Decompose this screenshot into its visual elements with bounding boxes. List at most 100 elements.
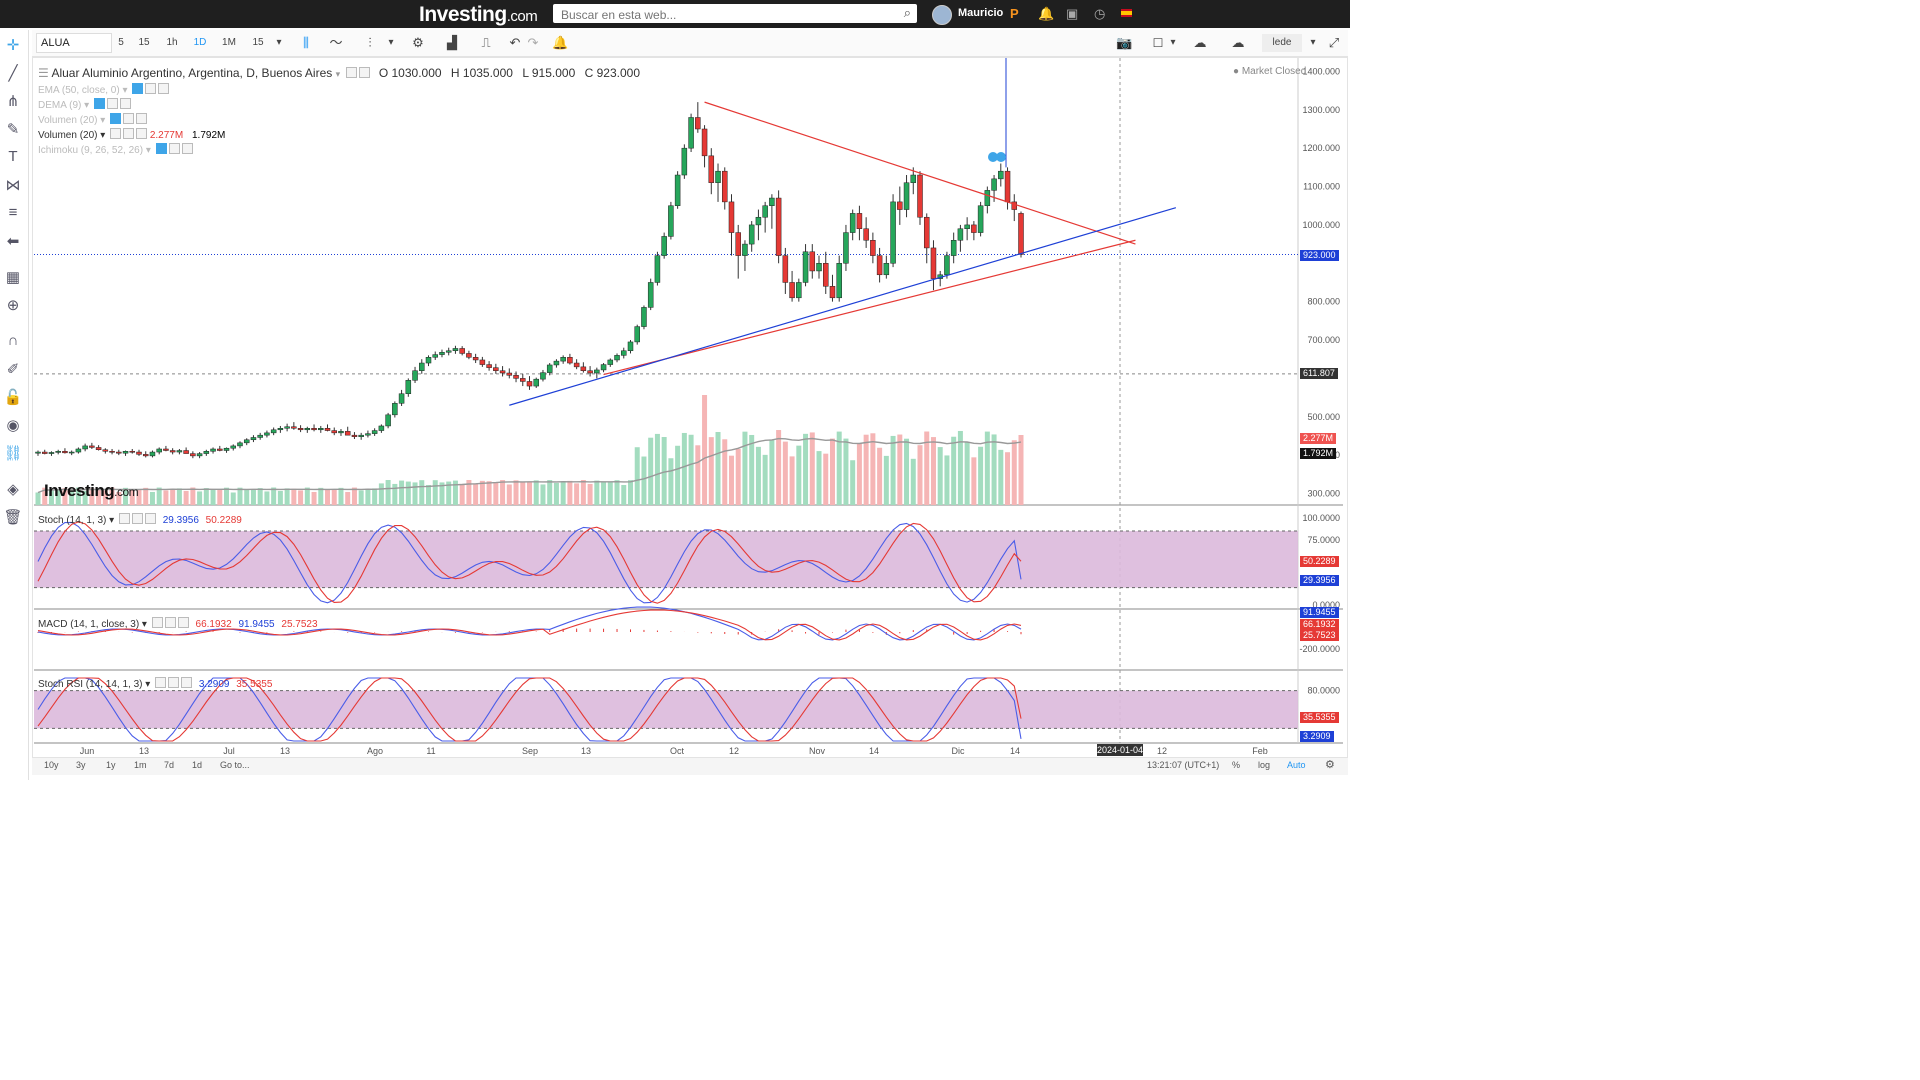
volume-bar — [937, 447, 943, 505]
macd-visibility-icon[interactable] — [151, 617, 163, 628]
range-7d[interactable]: 7d — [164, 760, 174, 770]
ema-settings-icon[interactable] — [145, 83, 157, 94]
bottom-settings-icon[interactable]: ⚙ — [1325, 758, 1335, 771]
high-value: H 1035.000 — [450, 66, 513, 80]
volume-bar — [910, 458, 916, 505]
legend-menu-icon[interactable]: ☰ — [38, 66, 49, 80]
candle-body — [365, 433, 371, 436]
time-axis-label: 13 — [280, 746, 290, 756]
stoch-settings-icon[interactable] — [131, 513, 143, 524]
range-1d[interactable]: 1d — [192, 760, 202, 770]
volume-bar — [850, 460, 856, 505]
volume-2-settings-icon[interactable] — [123, 128, 135, 139]
volume-2-visibility-icon[interactable] — [110, 128, 122, 139]
volume-bar — [35, 492, 41, 505]
candle-body — [48, 452, 55, 454]
ema-legend: EMA (50, close, 0) ▾ — [38, 83, 170, 96]
stochrsi-k-tag: 3.2909 — [1300, 731, 1334, 742]
candle-body — [35, 451, 41, 454]
range-1y[interactable]: 1y — [106, 760, 116, 770]
candle-body — [829, 286, 836, 299]
candle-body — [412, 370, 418, 381]
volume-bar — [654, 433, 660, 505]
candle-body — [203, 451, 210, 454]
candle-body — [311, 428, 317, 431]
range-10y[interactable]: 10y — [44, 760, 59, 770]
stochrsi-close-icon[interactable] — [181, 677, 193, 688]
candle-body — [688, 117, 694, 149]
candle-body — [196, 453, 203, 457]
macd-tag-3: 25.7523 — [1300, 630, 1339, 641]
volume-bar — [668, 458, 674, 505]
volume-bar — [904, 438, 910, 505]
candle-body — [176, 450, 183, 453]
candle-body — [984, 190, 991, 206]
volume-bar — [197, 491, 203, 505]
candle-body — [277, 428, 284, 431]
candle-body — [964, 224, 970, 229]
candle-body — [136, 451, 142, 455]
volume-bar — [257, 488, 263, 505]
stochrsi-settings-icon[interactable] — [168, 677, 180, 688]
candle-body — [533, 378, 539, 387]
candle-body — [62, 451, 68, 454]
stoch-visibility-icon[interactable] — [118, 513, 130, 524]
ichimoku-visibility-icon[interactable] — [155, 143, 167, 154]
title-dropdown-icon[interactable]: ▾ — [336, 69, 341, 79]
range-3y[interactable]: 3y — [76, 760, 86, 770]
ema-label: EMA (50, close, 0) — [38, 85, 120, 96]
dema-close-icon[interactable] — [119, 98, 131, 109]
volume-bar — [776, 430, 782, 505]
candle-body — [41, 451, 48, 454]
stochrsi-visibility-icon[interactable] — [155, 677, 167, 688]
price-tick-label: 1400.000 — [1302, 66, 1340, 76]
macd-value-2: 91.9455 — [238, 619, 275, 630]
volume-2-close-icon[interactable] — [136, 128, 148, 139]
volume-1-close-icon[interactable] — [136, 113, 148, 124]
candle-body — [405, 380, 412, 394]
chart-canvas[interactable]: 1400.000 1300.000 1200.000 1100.000 1000.000… — [0, 0, 1350, 780]
go-to-button[interactable]: Go to... — [220, 760, 250, 770]
volume-bar — [345, 491, 351, 505]
price-tick-label: 1100.000 — [1303, 182, 1340, 192]
candle-body — [237, 442, 243, 447]
candle-body — [398, 393, 405, 404]
candle-body — [217, 448, 223, 451]
percent-toggle[interactable]: % — [1232, 760, 1240, 770]
candle-body — [122, 451, 129, 454]
volume-bar — [190, 487, 196, 505]
macd-settings-icon[interactable] — [164, 617, 176, 628]
candle-body — [1004, 170, 1011, 203]
dema-settings-icon[interactable] — [106, 98, 118, 109]
candle-body — [55, 451, 61, 453]
visibility-icon[interactable] — [345, 67, 357, 78]
volume-bar — [769, 439, 775, 505]
candle-body — [998, 170, 1004, 180]
stochrsi-label: Stoch RSI (14, 14, 1, 3) — [38, 679, 143, 690]
candle-body — [102, 449, 109, 452]
volume-tag-1: 2.277M — [1300, 433, 1337, 444]
log-toggle[interactable]: log — [1258, 760, 1270, 770]
candle-body — [499, 370, 506, 374]
stoch-k-tag: 29.3956 — [1300, 575, 1339, 586]
ichimoku-settings-icon[interactable] — [168, 143, 180, 154]
candle-body — [728, 201, 735, 233]
ema-visibility-icon[interactable] — [132, 83, 144, 94]
volume-1-settings-icon[interactable] — [123, 113, 135, 124]
dema-visibility-icon[interactable] — [93, 98, 105, 109]
volume-bar — [419, 480, 425, 505]
volume-legend-2: Volumen (20) ▾ 2.277M 1.792M — [38, 128, 226, 141]
candle-body — [796, 282, 802, 299]
ichimoku-close-icon[interactable] — [181, 143, 193, 154]
settings-icon[interactable] — [358, 67, 370, 78]
date-marker-tag: 2024-01-04 — [1097, 745, 1143, 755]
volume-1-visibility-icon[interactable] — [110, 113, 122, 124]
range-1m[interactable]: 1m — [134, 760, 147, 770]
candle-body — [344, 431, 351, 436]
volume-bar — [675, 445, 681, 505]
auto-toggle[interactable]: Auto — [1287, 760, 1306, 770]
ema-close-icon[interactable] — [158, 83, 170, 94]
macd-close-icon[interactable] — [177, 617, 189, 628]
stoch-close-icon[interactable] — [144, 513, 156, 524]
time-axis-label: Sep — [522, 746, 538, 756]
